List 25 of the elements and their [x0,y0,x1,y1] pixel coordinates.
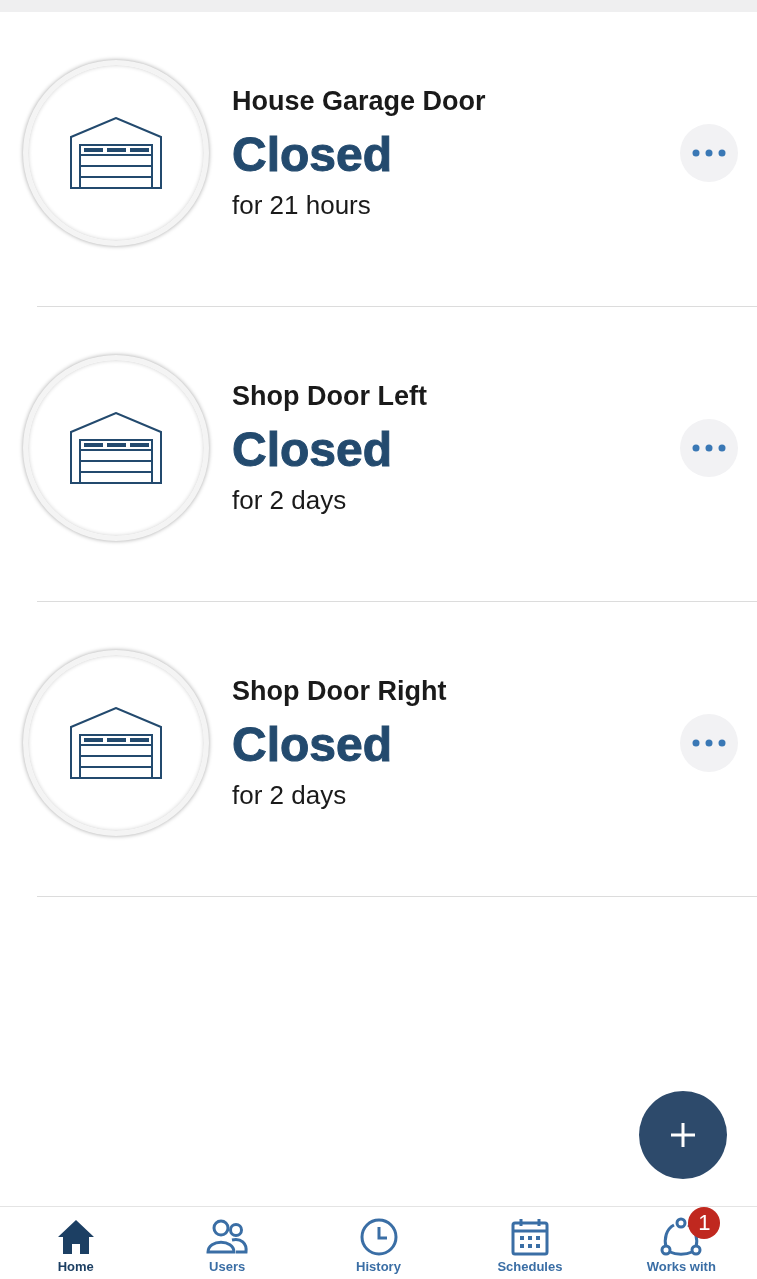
more-icon [692,444,726,452]
more-icon [692,739,726,747]
door-status: Closed [232,126,394,182]
more-icon [692,149,726,157]
status-duration: for 21 hours [232,189,372,221]
door-status: Closed [232,421,394,477]
garage-door-icon [70,707,162,779]
plus-icon [669,1121,697,1149]
status-duration: for 2 days [232,779,348,811]
calendar-icon [509,1217,550,1257]
users-icon [205,1217,250,1257]
garage-door-icon [70,412,162,484]
clock-icon [358,1217,399,1257]
door-name: Shop Door Right [232,675,448,707]
door-name: Shop Door Left [232,380,428,412]
tab[interactable]: 1 Works with [605,1207,757,1279]
door-name: House Garage Door [232,85,487,117]
tab[interactable]: Users [151,1207,303,1279]
door-status: Closed [232,716,394,772]
notification-badge: 1 [688,1207,721,1239]
garage-door-icon [70,117,162,189]
status-duration: for 2 days [232,484,348,516]
tab[interactable]: History [302,1207,455,1279]
tab[interactable]: Schedules [454,1207,606,1279]
tab[interactable]: Home [0,1207,152,1279]
